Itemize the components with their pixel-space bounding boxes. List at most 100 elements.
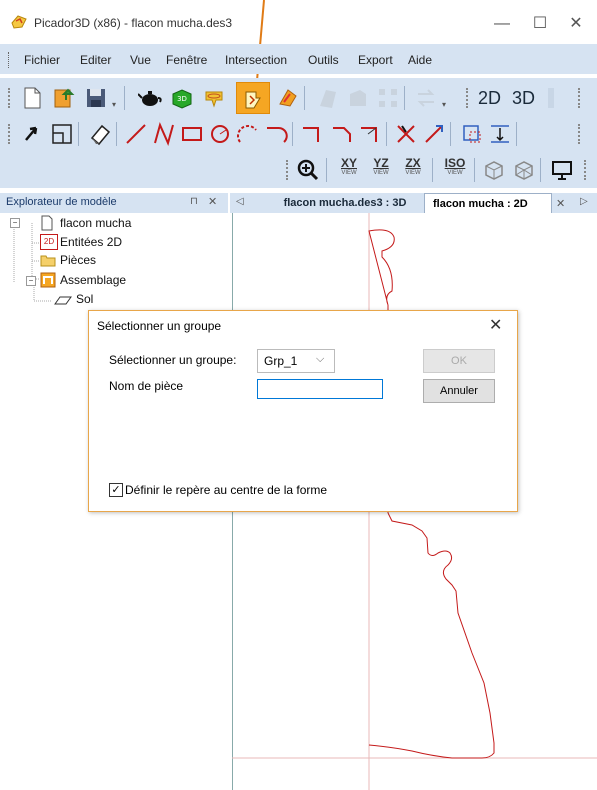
tab-2d-view[interactable]: flacon mucha : 2D (424, 193, 552, 213)
toolbar-separator (432, 158, 433, 182)
toolbar-drawing (0, 114, 597, 152)
ok-button[interactable]: OK (423, 349, 495, 373)
part-name-input[interactable] (257, 379, 383, 399)
tree-root-label[interactable]: flacon mucha (60, 216, 131, 230)
assembly-icon (40, 272, 56, 288)
svg-text:3D: 3D (177, 95, 187, 103)
toolbar-separator (116, 122, 117, 146)
tab-scroll-right-icon[interactable]: ▷ (580, 196, 588, 207)
toolbar-dropdown-icon[interactable]: ▾ (112, 100, 116, 109)
tab-3d-view[interactable]: flacon mucha.des3 : 3D (270, 193, 420, 213)
display-icon[interactable] (550, 158, 574, 182)
toolbar-separator (450, 122, 451, 146)
circle-icon[interactable] (208, 122, 232, 146)
close-button[interactable]: ✕ (556, 10, 596, 38)
save-icon[interactable] (84, 86, 108, 110)
revolve-icon[interactable] (202, 86, 226, 110)
menu-intersection[interactable]: Intersection (225, 53, 287, 67)
group-select[interactable]: Grp_1 ⌵ (257, 349, 335, 373)
teapot-icon[interactable] (138, 86, 162, 110)
window-title: Picador3D (x86) - flacon mucha.des3 (34, 16, 233, 30)
select-arrow-icon[interactable] (20, 122, 44, 146)
eraser-icon[interactable] (88, 122, 112, 146)
mirror-icon[interactable] (488, 122, 512, 146)
chevron-down-icon: ⌵ (316, 353, 325, 365)
block-disabled-icon (350, 90, 366, 106)
menu-aide[interactable]: Aide (408, 53, 432, 67)
folder-icon (40, 255, 56, 267)
toolbar-views: XY VIEW YZ VIEW ZX VIEW ISO VIEW (0, 150, 597, 188)
menu-bar: Fichier Editer Vue Fenêtre Intersection … (0, 44, 597, 74)
trim-icon[interactable] (394, 122, 418, 146)
dialog-title: Sélectionner un groupe (97, 319, 222, 333)
tree-assemblage-label[interactable]: Assemblage (60, 273, 126, 287)
view-iso-sub: VIEW (447, 170, 463, 176)
new-file-icon[interactable] (20, 86, 44, 110)
view-zx-button[interactable]: ZX VIEW (400, 156, 426, 176)
shell-icon[interactable] (276, 86, 300, 110)
menu-outils[interactable]: Outils (308, 53, 339, 67)
group-select-value: Grp_1 (264, 354, 298, 368)
view-zx-sub: VIEW (405, 170, 421, 176)
center-origin-checkbox[interactable]: ✓ (109, 483, 123, 497)
extend-icon[interactable] (422, 122, 446, 146)
tab-scroll-left-icon[interactable]: ◁ (236, 196, 244, 207)
toolbar-grip (8, 88, 13, 108)
cancel-button[interactable]: Annuler (423, 379, 495, 403)
view-xy-label: XY (340, 156, 357, 170)
menu-export[interactable]: Export (358, 53, 393, 67)
tab-close-icon[interactable]: ✕ (556, 197, 565, 210)
view-2d-button[interactable]: 2D (478, 88, 501, 109)
tree-collapse-assemblage-icon[interactable]: − (26, 276, 36, 286)
swap-disabled-icon (417, 89, 435, 107)
toolbar-file-tools: ▾ 3D ▾ 2D 3D (0, 78, 597, 116)
tree-pieces-label[interactable]: Pièces (60, 253, 96, 267)
toolbar-grip (584, 160, 589, 180)
corner-icon[interactable] (358, 122, 382, 146)
ground-plane-icon (54, 296, 72, 305)
toolbar-separator (404, 86, 405, 110)
extrude-3d-icon[interactable]: 3D (170, 86, 194, 110)
minimize-button[interactable]: — (482, 10, 522, 38)
line-icon[interactable] (124, 122, 148, 146)
dialog-close-icon[interactable]: ✕ (489, 315, 502, 335)
center-origin-label[interactable]: Définir le repère au centre de la forme (125, 483, 327, 497)
open-file-icon[interactable] (52, 86, 76, 110)
group-label: Sélectionner un groupe: (109, 353, 237, 367)
tree-entities-2d-label[interactable]: Entitées 2D (60, 235, 122, 249)
model-explorer-header: Explorateur de modèle ⊓ ✕ (0, 193, 228, 213)
arc-icon[interactable] (236, 122, 260, 146)
cube-shaded-icon[interactable] (482, 158, 506, 182)
arc-tangent-icon[interactable] (264, 122, 288, 146)
view-3d-button[interactable]: 3D (512, 88, 535, 109)
chamfer-icon[interactable] (330, 122, 354, 146)
fillet-icon[interactable] (300, 122, 324, 146)
app-icon (11, 15, 27, 29)
maximize-button[interactable]: ☐ (520, 10, 560, 38)
pattern-disabled-icon (379, 89, 397, 107)
pin-icon[interactable]: ⊓ (190, 196, 198, 207)
panel-close-icon[interactable]: ✕ (208, 195, 217, 208)
rectangle-icon[interactable] (180, 122, 204, 146)
title-bar: Picador3D (x86) - flacon mucha.des3 — ☐ … (0, 0, 597, 40)
view-yz-button[interactable]: YZ VIEW (368, 156, 394, 176)
menu-fichier[interactable]: Fichier (24, 53, 60, 67)
menu-fenetre[interactable]: Fenêtre (166, 53, 207, 67)
document-icon (41, 215, 53, 231)
menu-editer[interactable]: Editer (80, 53, 111, 67)
create-part-from-group-icon[interactable] (240, 88, 264, 112)
view-xy-button[interactable]: XY VIEW (336, 156, 362, 176)
polyline-icon[interactable] (152, 122, 176, 146)
toolbar-overflow[interactable] (548, 88, 554, 108)
toolbar-grip (286, 160, 291, 180)
toolbar-dropdown-icon[interactable]: ▾ (442, 100, 446, 109)
menu-grip (8, 52, 11, 68)
menu-vue[interactable]: Vue (130, 53, 151, 67)
zoom-icon[interactable] (296, 158, 320, 182)
cube-wireframe-icon[interactable] (512, 158, 536, 182)
zoom-window-icon[interactable] (50, 122, 74, 146)
tree-collapse-root-icon[interactable]: − (10, 218, 20, 228)
offset-icon[interactable] (460, 122, 484, 146)
tree-sol-label[interactable]: Sol (76, 292, 93, 306)
view-iso-button[interactable]: ISO VIEW (442, 156, 468, 176)
